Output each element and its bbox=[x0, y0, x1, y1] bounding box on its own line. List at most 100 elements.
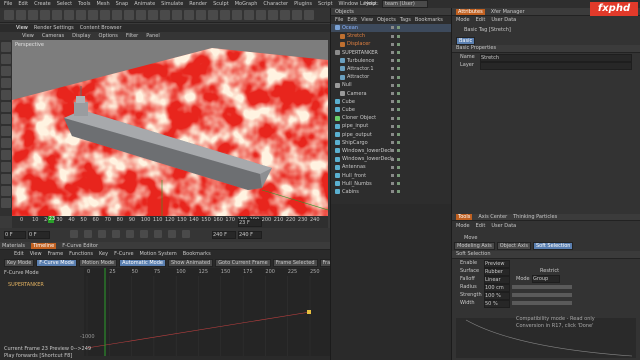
enable-check[interactable] bbox=[397, 67, 400, 71]
enable-check[interactable] bbox=[397, 165, 400, 169]
menu-tools[interactable]: Tools bbox=[78, 1, 90, 7]
tools-menu-0[interactable]: Mode bbox=[456, 223, 470, 229]
mode-button-6[interactable]: Frame Selected bbox=[272, 258, 318, 267]
soft-sel-value[interactable]: Rubber bbox=[484, 268, 510, 276]
enable-check[interactable] bbox=[397, 83, 400, 87]
layout-select[interactable]: team (User) bbox=[382, 0, 428, 8]
visibility-dot[interactable] bbox=[391, 83, 394, 87]
tools-subtab-2[interactable]: Soft Selection bbox=[532, 241, 574, 250]
mode-button-5[interactable]: Goto Current Frame bbox=[215, 258, 271, 267]
tools-menu-1[interactable]: Edit bbox=[476, 223, 486, 229]
min-frame-field[interactable]: 0 F bbox=[28, 231, 50, 239]
soft-sel-value[interactable]: Linear bbox=[484, 276, 510, 284]
attr-menu-2[interactable]: User Data bbox=[491, 17, 516, 23]
object-row[interactable]: SUPERTANKER bbox=[331, 49, 451, 57]
toolbar-icon[interactable] bbox=[220, 10, 230, 20]
key-point[interactable] bbox=[307, 310, 311, 314]
enable-check[interactable] bbox=[397, 182, 400, 186]
objects-menu-view[interactable]: View bbox=[361, 17, 373, 23]
menu-select[interactable]: Select bbox=[57, 1, 72, 7]
enable-check[interactable] bbox=[397, 190, 400, 194]
visibility-dot[interactable] bbox=[391, 26, 394, 30]
enable-check[interactable] bbox=[397, 124, 400, 128]
playback-icon[interactable] bbox=[168, 230, 176, 238]
enable-check[interactable] bbox=[397, 59, 400, 63]
toolbar-icon[interactable] bbox=[112, 10, 122, 20]
mode-button-1[interactable]: F-Curve Mode bbox=[36, 258, 77, 267]
fcurve-menu-frame[interactable]: Frame bbox=[48, 251, 64, 257]
playback-icon[interactable] bbox=[70, 230, 78, 238]
soft-sel-value[interactable]: Preview bbox=[484, 260, 510, 268]
object-row[interactable]: Attractor.1 bbox=[331, 65, 451, 73]
attr-field-input[interactable] bbox=[480, 62, 632, 70]
playback-icon[interactable] bbox=[182, 230, 190, 238]
menu-snap[interactable]: Snap bbox=[116, 1, 129, 7]
mode-button-3[interactable]: Automatic Mode bbox=[119, 258, 166, 267]
visibility-dot[interactable] bbox=[391, 75, 394, 79]
tools-subtab-1[interactable]: Object Axis bbox=[496, 241, 531, 250]
max-frame-field[interactable]: 240 F bbox=[212, 231, 236, 239]
left-tool-icon[interactable] bbox=[1, 186, 11, 196]
toolbar-icon[interactable] bbox=[4, 10, 14, 20]
left-tool-icon[interactable] bbox=[1, 162, 11, 172]
left-tool-icon[interactable] bbox=[1, 114, 11, 124]
mode-button-0[interactable]: Key Mode bbox=[4, 258, 35, 267]
visibility-dot[interactable] bbox=[391, 51, 394, 55]
attr-menu-0[interactable]: Mode bbox=[456, 17, 470, 23]
viewport-tab-2[interactable]: Content Browser bbox=[80, 25, 122, 31]
attr-top-tab-1[interactable]: Xfer Manager bbox=[491, 9, 525, 15]
toolbar-icon[interactable] bbox=[28, 10, 38, 20]
tab-objects[interactable]: Objects bbox=[335, 9, 354, 15]
playback-icon[interactable] bbox=[154, 230, 162, 238]
toolbar-icon[interactable] bbox=[124, 10, 134, 20]
soft-sel-slider[interactable] bbox=[512, 293, 572, 297]
enable-check[interactable] bbox=[397, 26, 400, 30]
enable-check[interactable] bbox=[397, 108, 400, 112]
toolbar-icon[interactable] bbox=[196, 10, 206, 20]
objects-menu-file[interactable]: File bbox=[335, 17, 343, 23]
left-tool-icon[interactable] bbox=[1, 42, 11, 52]
enable-check[interactable] bbox=[397, 75, 400, 79]
objects-menu-bookmarks[interactable]: Bookmarks bbox=[415, 17, 443, 23]
soft-sel-slider[interactable] bbox=[512, 285, 572, 289]
fcurve-menu-edit[interactable]: Edit bbox=[14, 251, 24, 257]
left-tool-icon[interactable] bbox=[1, 150, 11, 160]
bottom-tab-1[interactable]: Timeline bbox=[30, 242, 57, 249]
enable-check[interactable] bbox=[397, 141, 400, 145]
visibility-dot[interactable] bbox=[391, 141, 394, 145]
menu-create[interactable]: Create bbox=[34, 1, 51, 7]
menu-file[interactable]: File bbox=[4, 1, 12, 7]
object-row[interactable]: Hull_Numbs bbox=[331, 180, 451, 188]
toolbar-icon[interactable] bbox=[292, 10, 302, 20]
toolbar-icon[interactable] bbox=[136, 10, 146, 20]
menu-simulate[interactable]: Simulate bbox=[161, 1, 183, 7]
current-frame-field[interactable]: 23 F bbox=[238, 219, 262, 227]
visibility-dot[interactable] bbox=[391, 165, 394, 169]
enable-check[interactable] bbox=[397, 34, 400, 38]
left-tool-icon[interactable] bbox=[1, 138, 11, 148]
mode-button-4[interactable]: Show Animated bbox=[167, 258, 214, 267]
objects-menu-edit[interactable]: Edit bbox=[347, 17, 357, 23]
toolbar-icon[interactable] bbox=[172, 10, 182, 20]
object-row[interactable]: Cloner Object bbox=[331, 114, 451, 122]
visibility-dot[interactable] bbox=[391, 59, 394, 63]
visibility-dot[interactable] bbox=[391, 124, 394, 128]
enable-check[interactable] bbox=[397, 51, 400, 55]
fcurve-menu-view[interactable]: View bbox=[30, 251, 42, 257]
toolbar-icon[interactable] bbox=[244, 10, 254, 20]
left-tool-icon[interactable] bbox=[1, 90, 11, 100]
bottom-tab-2[interactable]: F-Curve Editor bbox=[62, 243, 98, 249]
object-row[interactable]: Ocean bbox=[331, 24, 451, 32]
visibility-dot[interactable] bbox=[391, 116, 394, 120]
object-row[interactable]: Displacer bbox=[331, 40, 451, 48]
viewport-menu-display[interactable]: Display bbox=[72, 33, 90, 39]
objects-menu-objects[interactable]: Objects bbox=[377, 17, 396, 23]
tools-tab-0[interactable]: Tools bbox=[456, 214, 473, 220]
enable-check[interactable] bbox=[397, 149, 400, 153]
left-tool-icon[interactable] bbox=[1, 66, 11, 76]
menu-mesh[interactable]: Mesh bbox=[96, 1, 109, 7]
toolbar-icon[interactable] bbox=[64, 10, 74, 20]
left-tool-icon[interactable] bbox=[1, 78, 11, 88]
fcurve-menu-f-curve[interactable]: F-Curve bbox=[114, 251, 133, 257]
soft-sel-slider[interactable] bbox=[512, 301, 572, 305]
